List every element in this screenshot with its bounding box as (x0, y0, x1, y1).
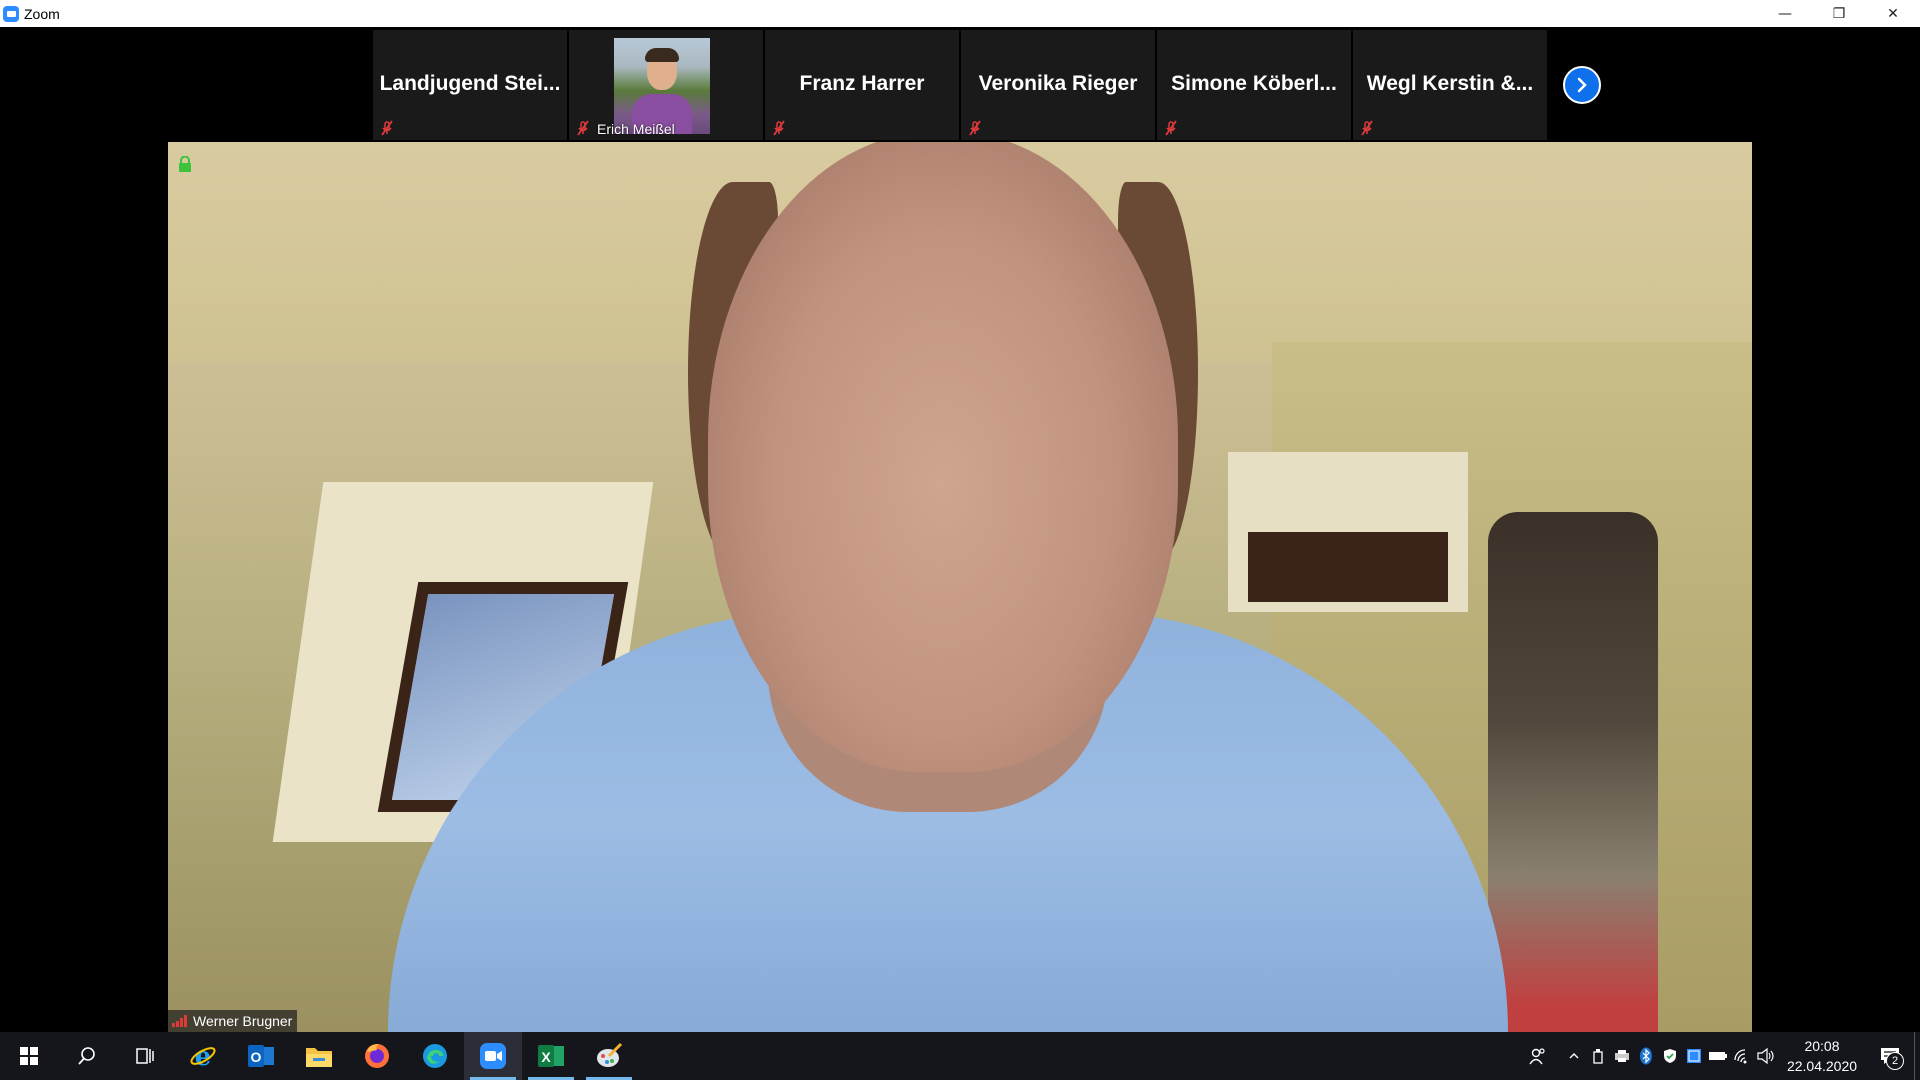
participant-name: Landjugend Stei... (379, 72, 561, 95)
printer-icon[interactable] (1610, 1032, 1634, 1080)
search-icon (78, 1047, 95, 1065)
taskbar-app-excel[interactable]: X (522, 1032, 580, 1080)
close-button[interactable]: ✕ (1866, 0, 1920, 27)
taskbar-app-edge[interactable] (406, 1032, 464, 1080)
taskbar-app-paint[interactable] (580, 1032, 638, 1080)
battery-icon[interactable] (1706, 1032, 1730, 1080)
svg-text:O: O (251, 1049, 262, 1065)
participant-name: Franz Harrer (799, 72, 925, 95)
taskbar-app-outlook[interactable]: O (232, 1032, 290, 1080)
next-page-button[interactable] (1563, 66, 1601, 104)
file-explorer-icon (306, 1048, 332, 1067)
search-button[interactable] (58, 1032, 116, 1080)
signal-strength-icon (172, 1015, 188, 1027)
participant-strip: Landjugend Stei... Erich Meißel Franz Ha… (373, 30, 1547, 140)
speaker-name: Werner Brugner (193, 1013, 293, 1029)
show-desktop-button[interactable] (1914, 1032, 1920, 1080)
muted-mic-icon (381, 120, 393, 136)
task-view-icon (136, 1048, 154, 1064)
muted-mic-icon (1165, 120, 1177, 136)
start-button[interactable] (0, 1032, 58, 1080)
window-title: Zoom (24, 5, 60, 22)
bluetooth-icon[interactable] (1634, 1032, 1658, 1080)
svg-text:X: X (541, 1049, 551, 1065)
chevron-right-icon (1577, 77, 1587, 93)
clock-date: 22.04.2020 (1786, 1058, 1858, 1074)
zoom-app-icon (3, 5, 19, 22)
taskbar-app-file-explorer[interactable] (290, 1032, 348, 1080)
minimize-button[interactable]: — (1758, 0, 1812, 27)
window-controls: — ❐ ✕ (1758, 0, 1920, 27)
svg-text:e: e (195, 1042, 212, 1070)
edge-icon (423, 1044, 447, 1068)
title-bar: Zoom — ❐ ✕ (0, 0, 1920, 27)
participant-name: Simone Köberl... (1171, 72, 1337, 95)
wifi-icon[interactable] (1730, 1032, 1754, 1080)
participant-tile[interactable]: Simone Köberl... (1157, 30, 1351, 140)
muted-mic-icon (577, 120, 589, 136)
usb-device-icon[interactable] (1586, 1032, 1610, 1080)
notification-count-badge: 2 (1886, 1052, 1904, 1070)
muted-mic-icon (1361, 120, 1373, 136)
participant-name: Veronika Rieger (978, 72, 1138, 95)
participant-tile[interactable]: Veronika Rieger (961, 30, 1155, 140)
paint-icon (597, 1042, 623, 1067)
speaker-name-label: Werner Brugner (168, 1010, 298, 1032)
participant-name: Wegl Kerstin &... (1366, 72, 1534, 95)
participant-tile[interactable]: Landjugend Stei... (373, 30, 567, 140)
security-shield-icon[interactable] (1658, 1032, 1682, 1080)
zoom-icon (480, 1043, 506, 1069)
task-view-button[interactable] (116, 1032, 174, 1080)
taskbar-clock[interactable]: 20:08 22.04.2020 (1778, 1036, 1866, 1076)
people-icon[interactable] (1514, 1032, 1562, 1080)
restore-button[interactable]: ❐ (1812, 0, 1866, 27)
participant-tile[interactable]: Wegl Kerstin &... (1353, 30, 1547, 140)
chevron-up-icon[interactable] (1562, 1032, 1586, 1080)
firefox-icon (365, 1044, 389, 1068)
excel-icon: X (538, 1045, 564, 1067)
internet-explorer-icon: e (190, 1042, 216, 1070)
participant-tile-video[interactable]: Erich Meißel (569, 30, 763, 140)
participant-name: Erich Meißel (597, 121, 675, 137)
participant-tile[interactable]: Franz Harrer (765, 30, 959, 140)
windows-taskbar: e O X 20:08 22.04.2020 2 (0, 1032, 1920, 1080)
taskbar-app-firefox[interactable] (348, 1032, 406, 1080)
network-monitor-icon[interactable] (1682, 1032, 1706, 1080)
system-tray: 20:08 22.04.2020 2 (1514, 1032, 1920, 1080)
active-speaker-video[interactable]: Werner Brugner (168, 142, 1752, 1032)
volume-icon[interactable] (1754, 1032, 1778, 1080)
outlook-icon: O (248, 1045, 274, 1067)
windows-start-icon (20, 1047, 38, 1065)
encrypted-lock-icon[interactable] (178, 156, 192, 172)
taskbar-app-internet-explorer[interactable]: e (174, 1032, 232, 1080)
muted-mic-icon (969, 120, 981, 136)
participant-video-thumbnail (614, 38, 710, 134)
action-center-button[interactable]: 2 (1866, 1032, 1914, 1080)
clock-time: 20:08 (1804, 1038, 1840, 1054)
taskbar-app-zoom[interactable] (464, 1032, 522, 1080)
muted-mic-icon (773, 120, 785, 136)
